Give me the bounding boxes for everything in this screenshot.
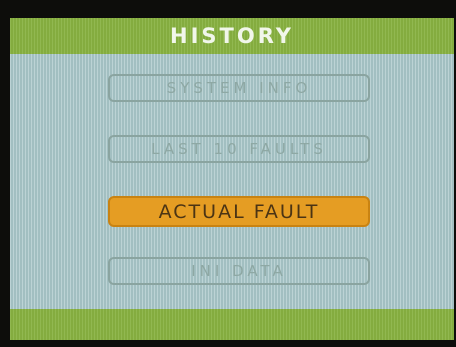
header-bar: HISTORY [10,18,454,54]
menu-item-actual-fault[interactable]: ACTUAL FAULT [108,196,370,227]
lcd-screen: HISTORY SYSTEM INFO LAST 10 FAULTS ACTUA… [10,18,454,340]
menu-item-last-10-faults[interactable]: LAST 10 FAULTS [108,135,370,163]
page-title: HISTORY [170,24,294,48]
device-bezel: HISTORY SYSTEM INFO LAST 10 FAULTS ACTUA… [0,0,456,347]
menu-item-system-info[interactable]: SYSTEM INFO [108,74,370,102]
footer-bar [10,309,454,340]
menu-item-ini-data[interactable]: INI DATA [108,257,370,285]
